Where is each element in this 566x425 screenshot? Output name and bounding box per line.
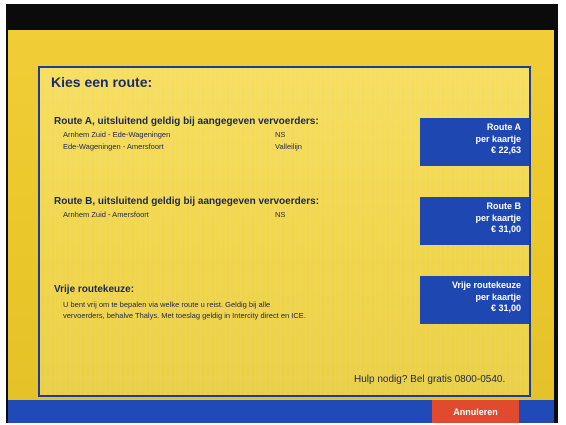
- route-a-leg-2-operator: Valleilijn: [275, 142, 302, 151]
- route-b-button-per-ticket: per kaartje: [475, 212, 521, 223]
- free-choice-button[interactable]: Vrije routekeuze per kaartje € 31,00: [420, 276, 529, 324]
- free-choice-description: U bent vrij om te bepalen via welke rout…: [63, 299, 403, 321]
- route-b-leg-1-operator: NS: [275, 210, 286, 219]
- route-b-button[interactable]: Route B per kaartje € 31,00: [420, 197, 529, 245]
- route-a-button-per-ticket: per kaartje: [475, 133, 521, 144]
- free-choice-heading: Vrije routekeuze:: [54, 284, 135, 295]
- free-choice-button-label: Vrije routekeuze: [451, 280, 521, 290]
- route-a-button-price: € 22,63: [490, 145, 521, 155]
- free-choice-button-price: € 31,00: [490, 303, 521, 313]
- route-a-leg-1-operator: NS: [275, 130, 286, 139]
- route-b-button-price: € 31,00: [490, 224, 521, 234]
- route-a-heading: Route A, uitsluitend geldig bij aangegev…: [54, 116, 319, 127]
- free-choice-description-line-2: vervoerders, behalve Thalys. Met toeslag…: [63, 311, 306, 320]
- route-a-button[interactable]: Route A per kaartje € 22,63: [420, 118, 529, 166]
- page-title: Kies een route:: [51, 74, 153, 90]
- free-choice-button-per-ticket: per kaartje: [475, 291, 521, 302]
- cancel-button[interactable]: Annuleren: [432, 400, 519, 423]
- route-a-leg-1: Arnhem Zuid - Ede-Wageningen NS: [63, 130, 285, 139]
- help-text: Hulp nodig? Bel gratis 0800-0540.: [354, 374, 506, 385]
- route-b-heading: Route B, uitsluitend geldig bij aangegev…: [54, 196, 320, 207]
- route-a-button-label: Route A: [486, 122, 521, 132]
- free-choice-description-line-1: U bent vrij om te bepalen via welke rout…: [63, 300, 271, 309]
- route-a-leg-2: Ede-Wageningen - Amersfoort Valleilijn: [63, 142, 302, 151]
- route-a-leg-2-route: Ede-Wageningen - Amersfoort: [63, 142, 164, 151]
- route-b-leg-1: Arnhem Zuid - Amersfoort NS: [63, 210, 285, 219]
- route-b-button-label: Route B: [486, 201, 522, 211]
- route-b-leg-1-route: Arnhem Zuid - Amersfoort: [63, 210, 149, 219]
- route-a-leg-1-route: Arnhem Zuid - Ede-Wageningen: [63, 130, 171, 139]
